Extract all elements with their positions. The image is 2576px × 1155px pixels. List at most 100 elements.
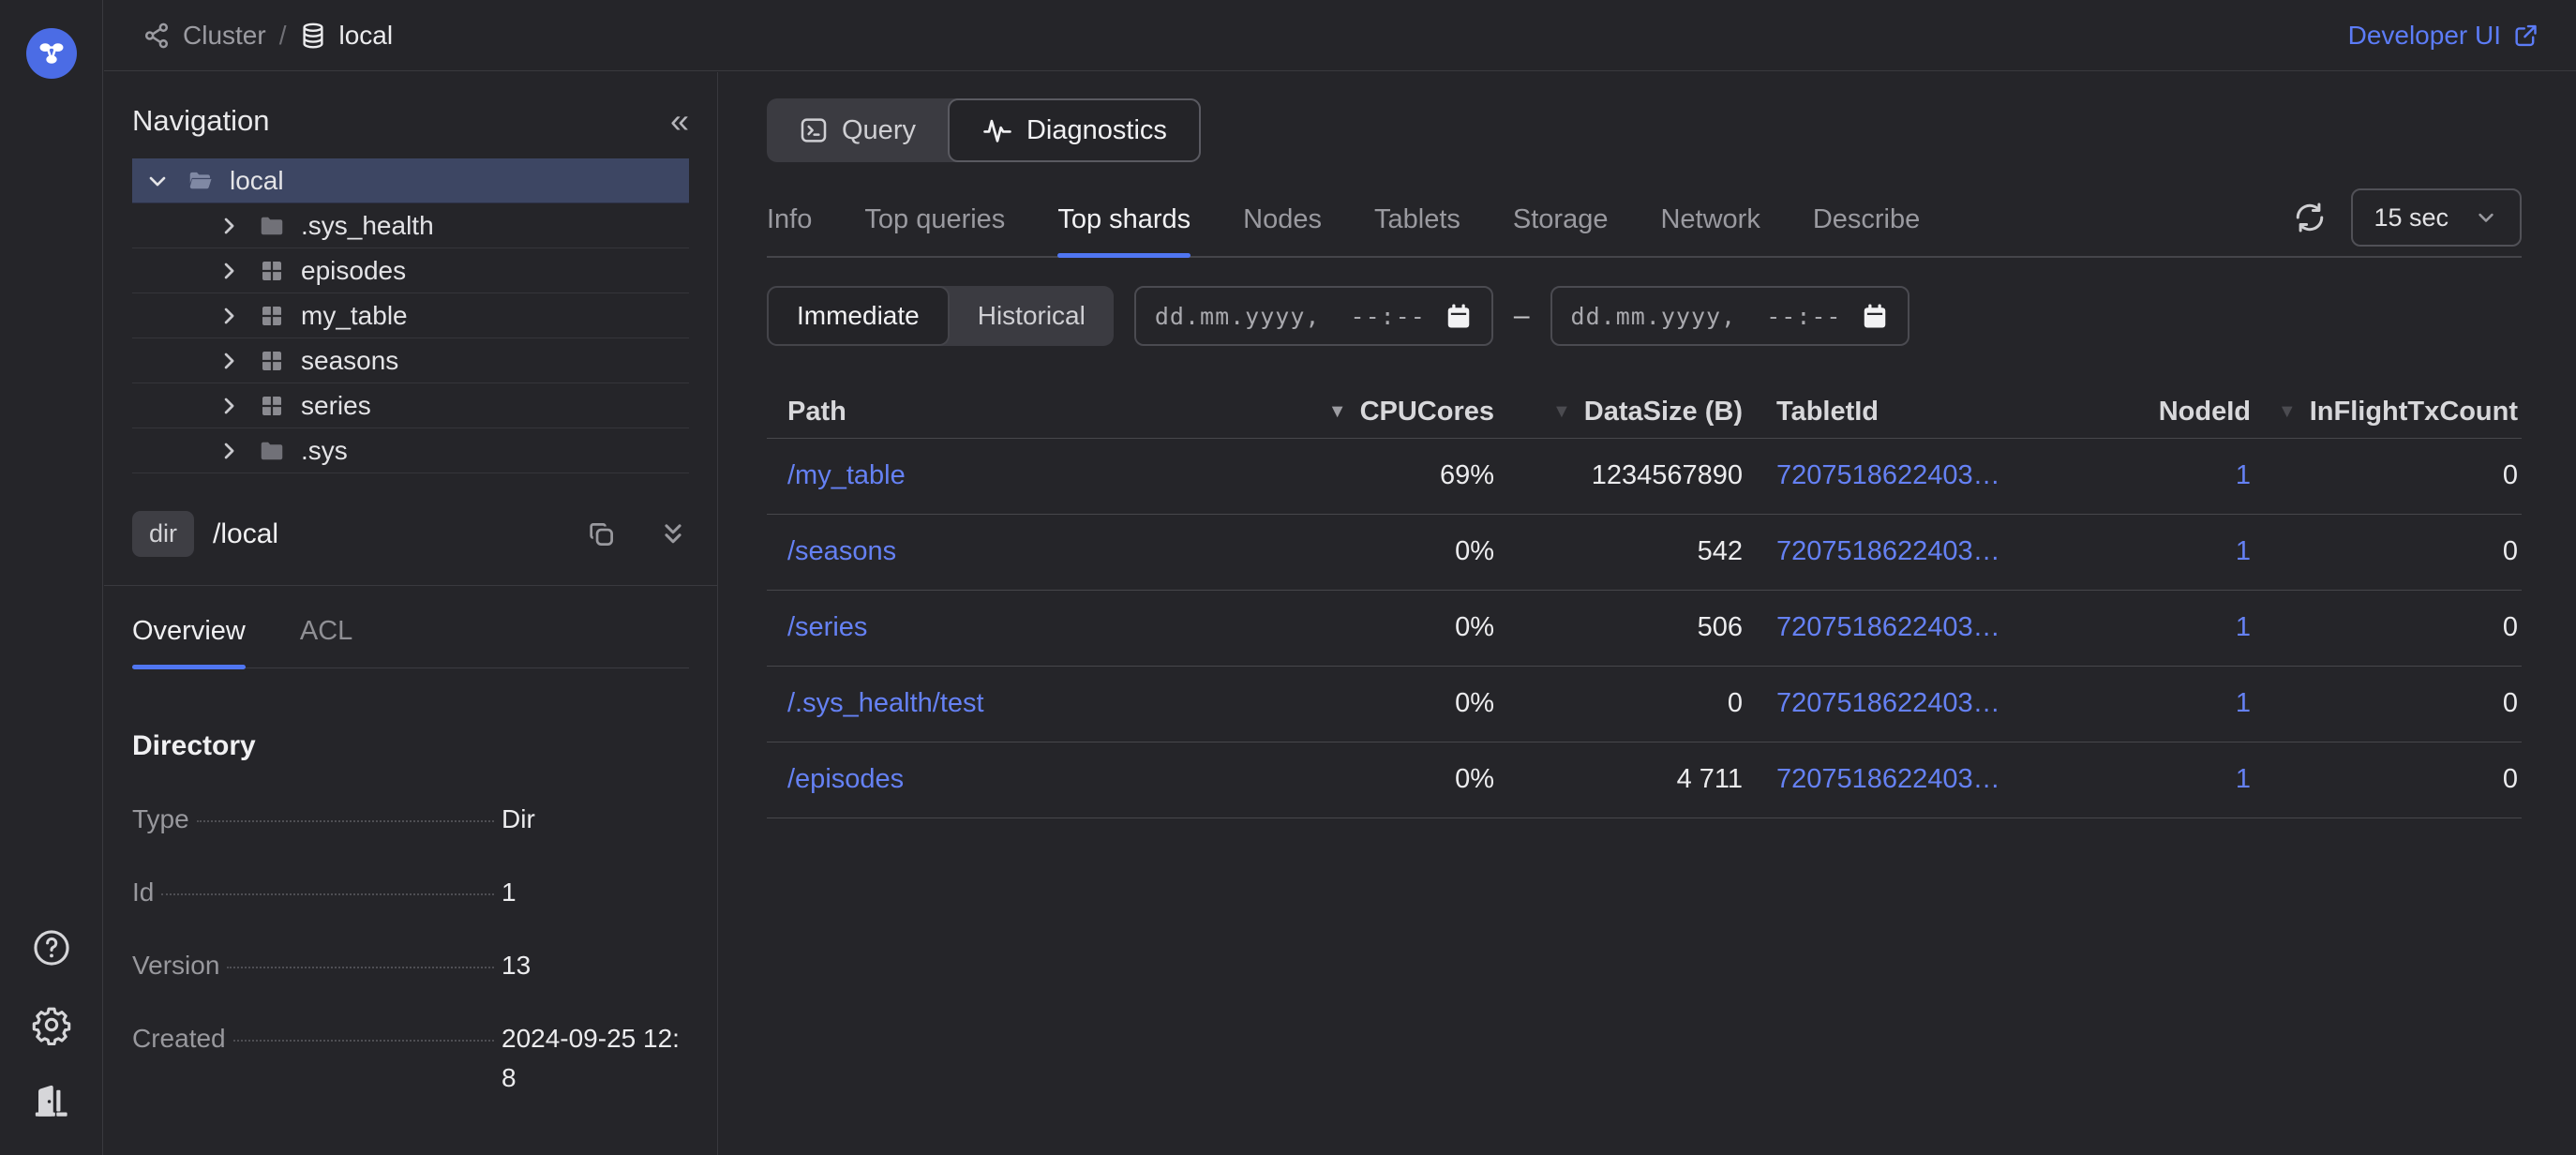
col-tabletid[interactable]: TabletId	[1746, 387, 2151, 438]
tablet-link[interactable]: 7207518622403…	[1776, 688, 2000, 718]
pulse-icon	[981, 114, 1013, 146]
help-icon[interactable]	[30, 926, 73, 969]
node-link[interactable]: 1	[2236, 536, 2251, 566]
ydb-logo[interactable]	[26, 28, 77, 79]
chevron-right-icon[interactable]	[215, 212, 243, 240]
path-link[interactable]: /.sys_health/test	[787, 688, 984, 718]
developer-ui-link[interactable]: Developer UI	[2348, 21, 2539, 51]
chevrons-down-icon[interactable]	[657, 518, 689, 550]
tree-item-label: local	[230, 166, 284, 196]
tab-acl[interactable]: ACL	[300, 599, 352, 668]
col-inflighttxcount[interactable]: ▼InFlightTxCount	[2254, 387, 2522, 438]
ydb-logo-icon	[36, 38, 67, 69]
left-rail	[0, 0, 103, 1155]
path-link[interactable]: /series	[787, 612, 867, 642]
refresh-icon[interactable]	[2293, 201, 2327, 234]
cpu-cell: 0%	[1310, 514, 1498, 590]
tree-item-sys[interactable]: .sys	[132, 428, 689, 473]
size-cell: 4 711	[1498, 742, 1746, 818]
chevron-right-icon[interactable]	[215, 392, 243, 420]
table-grid-icon	[258, 257, 286, 285]
calendar-icon[interactable]	[1445, 301, 1473, 331]
tree-item-sys-health[interactable]: .sys_health	[132, 203, 689, 248]
tab-top-queries[interactable]: Top queries	[864, 204, 1005, 256]
settings-gear-icon[interactable]	[30, 1003, 73, 1046]
view-switch-diagnostics[interactable]: Diagnostics	[948, 98, 1201, 162]
date-to-input[interactable]	[1571, 303, 1853, 330]
main-content: Query Diagnostics Info Top queries Top s…	[727, 72, 2576, 1155]
copy-icon[interactable]	[586, 518, 618, 550]
date-from-picker[interactable]	[1134, 286, 1493, 346]
folder-icon	[258, 212, 286, 240]
mode-immediate[interactable]: Immediate	[767, 286, 950, 346]
tab-storage[interactable]: Storage	[1513, 204, 1609, 256]
topbar: Cluster / local Developer UI	[104, 0, 2576, 71]
tablet-link[interactable]: 7207518622403…	[1776, 460, 2000, 490]
node-link[interactable]: 1	[2236, 764, 2251, 794]
tablet-link[interactable]: 7207518622403…	[1776, 536, 2000, 566]
info-row-id: Id 1	[132, 873, 689, 912]
col-nodeid[interactable]: NodeId	[2151, 387, 2254, 438]
tree-item-my-table[interactable]: my_table	[132, 293, 689, 338]
chevron-right-icon[interactable]	[215, 257, 243, 285]
directory-info-list: Type Dir Id 1 Version 13 Created 2024-09…	[132, 800, 689, 1098]
folder-icon	[258, 437, 286, 465]
tree-item-series[interactable]: series	[132, 383, 689, 428]
size-cell: 506	[1498, 590, 1746, 666]
tree-item-local[interactable]: local	[132, 158, 689, 203]
info-label: Type	[132, 804, 189, 834]
inflight-cell: 0	[2254, 514, 2522, 590]
tree-item-episodes[interactable]: episodes	[132, 248, 689, 293]
tab-top-shards[interactable]: Top shards	[1057, 204, 1191, 256]
chevron-right-icon[interactable]	[215, 302, 243, 330]
date-from-input[interactable]	[1155, 303, 1437, 330]
calendar-icon[interactable]	[1861, 301, 1889, 331]
tablet-link[interactable]: 7207518622403…	[1776, 764, 2000, 794]
node-link[interactable]: 1	[2236, 612, 2251, 642]
selected-entity-header: dir /local	[132, 511, 689, 557]
tree-item-label: series	[301, 391, 371, 421]
breadcrumb-current-label: local	[338, 21, 393, 51]
info-label: Version	[132, 951, 219, 981]
path-link[interactable]: /episodes	[787, 764, 904, 794]
date-to-picker[interactable]	[1550, 286, 1910, 346]
cpu-cell: 0%	[1310, 590, 1498, 666]
mode-historical[interactable]: Historical	[950, 286, 1114, 346]
view-switch: Query Diagnostics	[767, 98, 1201, 162]
tab-network[interactable]: Network	[1660, 204, 1760, 256]
node-link[interactable]: 1	[2236, 460, 2251, 490]
tablet-link[interactable]: 7207518622403…	[1776, 612, 2000, 642]
table-row: /.sys_health/test 0% 0 7207518622403… 1 …	[767, 666, 2522, 742]
cpu-cell: 69%	[1310, 438, 1498, 514]
tab-tablets[interactable]: Tablets	[1374, 204, 1460, 256]
col-path[interactable]: Path	[767, 387, 1310, 438]
tab-nodes[interactable]: Nodes	[1243, 204, 1322, 256]
view-switch-query[interactable]: Query	[767, 98, 948, 162]
collapse-panel-icon[interactable]: «	[670, 104, 689, 138]
col-cpucores[interactable]: ▼CPUCores	[1310, 387, 1498, 438]
autorefresh-select[interactable]: 15 sec	[2351, 188, 2522, 247]
folder-open-icon	[187, 167, 215, 195]
database-icon	[299, 21, 327, 51]
table-row: /my_table 69% 1234567890 7207518622403… …	[767, 438, 2522, 514]
tab-info[interactable]: Info	[767, 204, 812, 256]
chevron-right-icon[interactable]	[215, 347, 243, 375]
size-cell: 1234567890	[1498, 438, 1746, 514]
chevron-down-icon[interactable]	[143, 167, 172, 195]
view-switch-query-label: Query	[842, 115, 916, 146]
navigation-title: Navigation	[132, 104, 269, 138]
tree-item-seasons[interactable]: seasons	[132, 338, 689, 383]
tab-describe[interactable]: Describe	[1813, 204, 1920, 256]
breadcrumb-database[interactable]: local	[299, 21, 393, 51]
path-link[interactable]: /my_table	[787, 460, 906, 490]
breadcrumb-cluster[interactable]: Cluster	[142, 21, 266, 51]
node-link[interactable]: 1	[2236, 688, 2251, 718]
path-link[interactable]: /seasons	[787, 536, 896, 566]
tab-overview[interactable]: Overview	[132, 599, 246, 668]
info-value: 1	[502, 873, 689, 912]
chevron-right-icon[interactable]	[215, 437, 243, 465]
logout-door-icon[interactable]	[30, 1080, 73, 1123]
col-datasize[interactable]: ▼DataSize (B)	[1498, 387, 1746, 438]
dotted-leader	[227, 967, 494, 968]
info-value: Dir	[502, 800, 689, 839]
